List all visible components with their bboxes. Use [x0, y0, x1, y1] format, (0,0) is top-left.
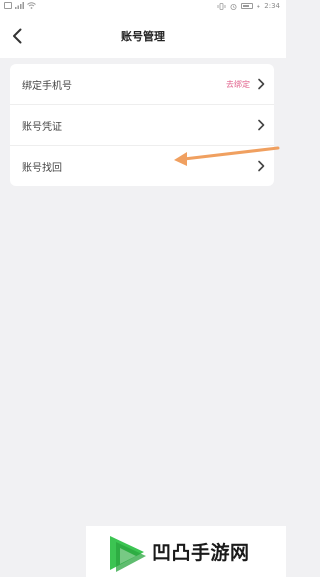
signal-icon [15, 2, 24, 9]
watermark-banner: 凹凸手游网 [86, 526, 286, 577]
row-label: 账号凭证 [22, 121, 62, 133]
page-title: 账号管理 [121, 30, 165, 43]
bind-action-link[interactable]: 去绑定 [226, 79, 250, 90]
row-label: 账号找回 [22, 162, 62, 174]
charging-icon [257, 4, 261, 8]
sim-icon [4, 2, 12, 9]
alarm-icon [230, 3, 237, 10]
wifi-icon [27, 2, 36, 9]
account-credential-row[interactable]: 账号凭证 [10, 104, 274, 145]
watermark-text: 凹凸手游网 [152, 542, 250, 564]
status-time: 2:34 [264, 2, 280, 10]
annotation-arrow-icon [174, 146, 280, 166]
battery-icon [241, 3, 254, 9]
chevron-right-icon [258, 78, 265, 90]
row-label: 绑定手机号 [22, 80, 72, 92]
brand-logo-icon [110, 536, 146, 572]
status-icons-left [4, 2, 36, 9]
vibrate-icon [217, 2, 226, 10]
nav-bar: 账号管理 [0, 14, 286, 58]
bind-phone-row[interactable]: 绑定手机号 去绑定 [10, 64, 274, 104]
status-bar: 2:34 [0, 0, 286, 14]
status-icons-right: 2:34 [217, 2, 280, 10]
chevron-right-icon [258, 119, 265, 131]
